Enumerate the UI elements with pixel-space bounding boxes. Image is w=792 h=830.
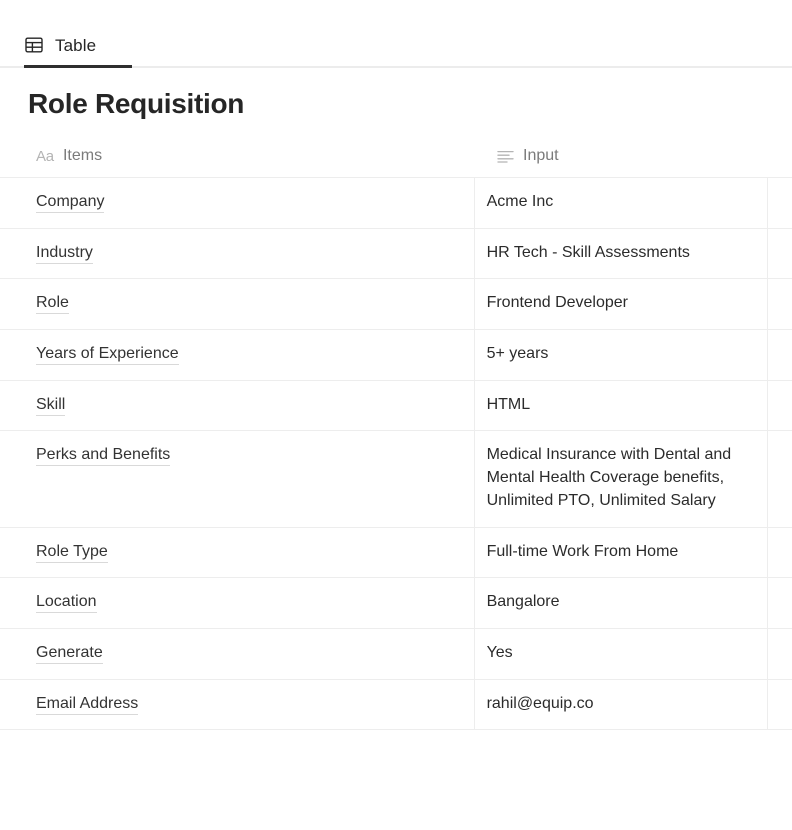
item-link[interactable]: Role Type: [36, 542, 108, 563]
table-row: Years of Experience 5+ years: [0, 328, 792, 380]
cell-input-value[interactable]: Acme Inc: [475, 177, 768, 228]
tab-bar: Table: [0, 0, 792, 68]
cell-item-name: Role: [24, 279, 475, 329]
item-link[interactable]: Skill: [36, 395, 66, 416]
cell-overflow: [768, 178, 792, 228]
table-row: Role Frontend Developer: [0, 278, 792, 329]
column-header-items-label: Items: [62, 147, 103, 165]
cell-item-name: Industry: [24, 228, 475, 279]
role-requisition-table: Aa Items Input Company Acme Inc Industry HR…: [0, 136, 792, 731]
cell-overflow: [768, 229, 792, 279]
cell-input-value[interactable]: Medical Insurance with Dental and Mental…: [475, 431, 768, 527]
item-link[interactable]: Company: [36, 192, 105, 213]
tab-table[interactable]: Table: [24, 35, 132, 68]
text-lines-icon: [497, 150, 514, 163]
cell-item-name: Perks and Benefits: [24, 431, 475, 527]
table-row: Industry HR Tech - Skill Assessments: [0, 227, 792, 279]
tab-label: Table: [55, 35, 97, 55]
table-row: Company Acme Inc: [0, 176, 792, 228]
table-grid-icon: [24, 35, 44, 55]
cell-item-name: Company: [24, 177, 475, 228]
table-row: Location Bangalore: [0, 577, 792, 628]
column-header-input-label: Input: [523, 147, 559, 165]
column-header-items[interactable]: Aa Items: [24, 136, 485, 177]
cell-input-value[interactable]: 5+ years: [475, 329, 768, 380]
cell-item-name: Skill: [24, 380, 475, 431]
cell-input-value[interactable]: Yes: [475, 628, 768, 679]
cell-item-name: Location: [24, 578, 475, 628]
cell-item-name: Role Type: [24, 527, 475, 578]
item-link[interactable]: Location: [36, 593, 97, 614]
cell-input-value[interactable]: HR Tech - Skill Assessments: [475, 228, 768, 279]
table-row: Skill HTML: [0, 379, 792, 431]
table-body: Company Acme Inc Industry HR Tech - Skill A…: [0, 176, 792, 731]
table-row: Generate Yes: [0, 627, 792, 679]
cell-overflow: [768, 330, 792, 380]
item-link[interactable]: Email Address: [36, 694, 139, 715]
table-row: Perks and Benefits Medical Insurance with…: [0, 430, 792, 527]
item-link[interactable]: Generate: [36, 643, 103, 664]
table-row: Email Address rahil@equip.co: [0, 678, 792, 731]
table-header-row: Aa Items Input: [0, 136, 792, 177]
cell-input-value[interactable]: Frontend Developer: [475, 279, 768, 329]
item-link[interactable]: Industry: [36, 243, 93, 264]
cell-overflow: [768, 381, 792, 431]
cell-input-value[interactable]: rahil@equip.co: [475, 679, 768, 730]
page-title: Role Requisition: [28, 88, 245, 119]
cell-overflow: [768, 279, 792, 329]
cell-item-name: Email Address: [24, 679, 475, 730]
cell-item-name: Years of Experience: [24, 329, 475, 380]
cell-input-value[interactable]: Bangalore: [475, 578, 768, 628]
item-link[interactable]: Role: [36, 294, 69, 315]
cell-input-value[interactable]: Full-time Work From Home: [475, 527, 768, 578]
cell-overflow: [768, 680, 792, 730]
table-row: Role Type Full-time Work From Home: [0, 526, 792, 578]
cell-overflow: [768, 629, 792, 679]
cell-overflow: [768, 528, 792, 578]
cell-input-value[interactable]: HTML: [475, 380, 768, 431]
cell-overflow: [768, 431, 792, 526]
item-link[interactable]: Perks and Benefits: [36, 446, 171, 467]
aa-text-icon: Aa: [36, 147, 54, 165]
cell-overflow: [768, 578, 792, 628]
item-link[interactable]: Years of Experience: [36, 344, 179, 365]
column-header-input[interactable]: Input: [485, 136, 785, 177]
cell-item-name: Generate: [24, 628, 475, 679]
